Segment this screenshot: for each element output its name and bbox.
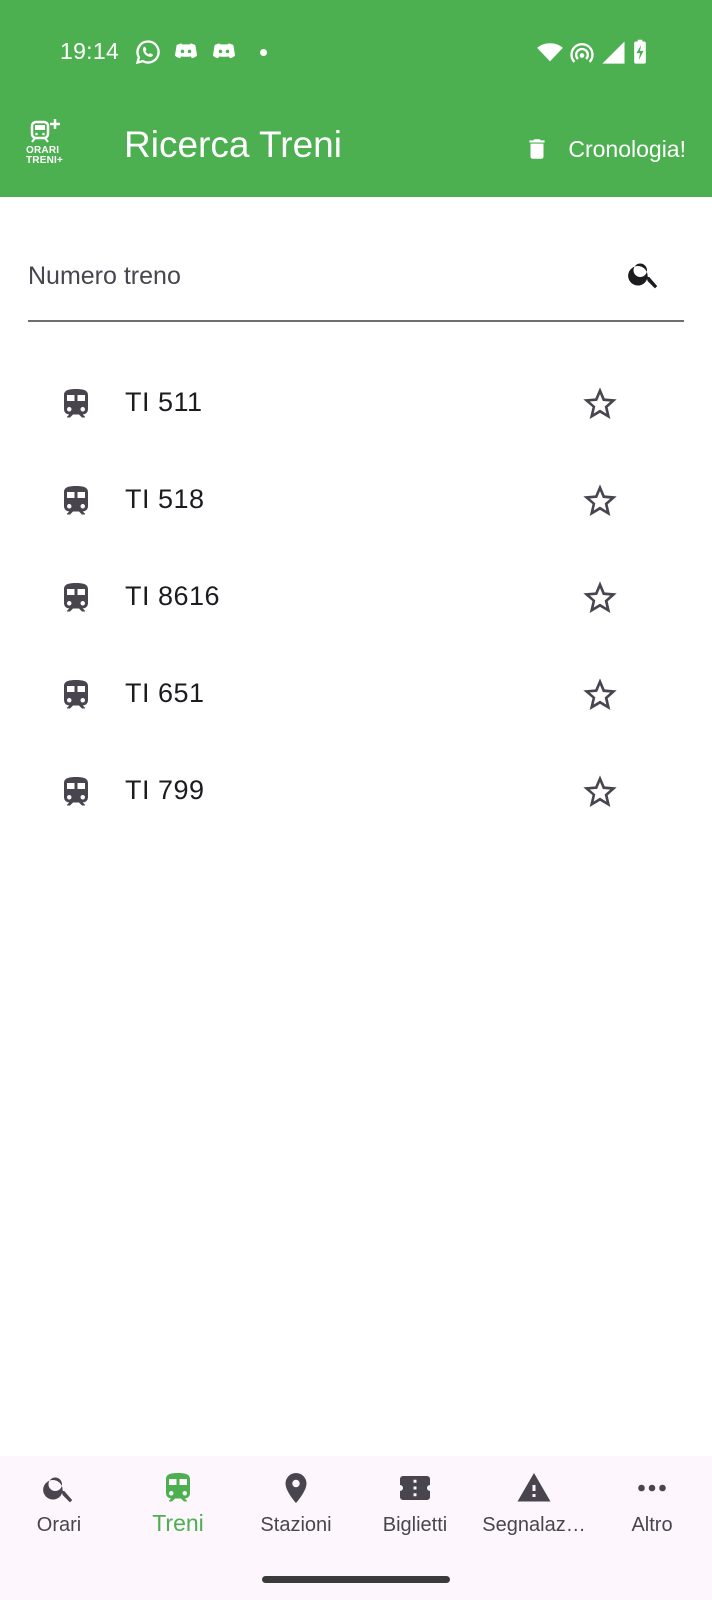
search-icon [43, 1477, 73, 1503]
whatsapp-icon [134, 38, 162, 66]
star-outline-icon[interactable] [580, 481, 620, 521]
train-icon [64, 777, 88, 806]
train-number: TI 8616 [125, 581, 221, 611]
history-button[interactable]: Cronologia! [524, 132, 686, 166]
search-icon[interactable] [626, 256, 662, 292]
star-outline-icon[interactable] [580, 578, 620, 618]
status-time: 19:14 [60, 38, 120, 64]
signal-icon [600, 38, 628, 66]
train-icon [64, 389, 88, 418]
nav-item-segnalazioni[interactable]: Segnalaz… [475, 1470, 593, 1550]
nav-label: Orari [36, 1514, 82, 1536]
more-horizontal-icon [638, 1484, 666, 1492]
nav-item-altro[interactable]: Altro [593, 1470, 711, 1550]
toolbar: ORARI TRENI+ Ricerca Treni Cronologia! [0, 100, 712, 197]
app-logo: ORARI TRENI+ [26, 118, 74, 174]
nav-item-biglietti[interactable]: Biglietti [356, 1470, 474, 1550]
train-icon [64, 486, 88, 515]
list-item[interactable]: TI 651 [0, 647, 712, 744]
nav-label: Stazioni [260, 1514, 332, 1536]
home-indicator[interactable] [262, 1576, 450, 1583]
train-number: TI 651 [125, 678, 205, 708]
star-outline-icon[interactable] [580, 675, 620, 715]
train-icon [166, 1473, 190, 1502]
star-outline-icon[interactable] [580, 772, 620, 812]
discord-icon [172, 38, 200, 66]
logo-text-line2: TRENI+ [26, 155, 64, 166]
nav-label: Treni [152, 1510, 204, 1536]
status-bar: 19:14 [0, 30, 712, 74]
nav-item-stazioni[interactable]: Stazioni [237, 1470, 355, 1550]
trash-icon [529, 139, 545, 159]
page-title: Ricerca Treni [124, 124, 342, 165]
battery-charging-icon [626, 38, 654, 66]
train-icon [64, 680, 88, 709]
train-list: TI 511 TI 518 TI 8616 TI 651 TI 799 [0, 356, 712, 841]
hotspot-icon [568, 38, 596, 66]
nav-label: Biglietti [382, 1514, 448, 1536]
history-button-label: Cronologia! [568, 135, 686, 162]
wifi-icon [536, 38, 564, 66]
train-number: TI 799 [125, 775, 205, 805]
list-item[interactable]: TI 511 [0, 356, 712, 453]
train-plus-icon [30, 119, 60, 143]
list-item[interactable]: TI 799 [0, 744, 712, 841]
ticket-icon [400, 1476, 430, 1500]
warning-icon [517, 1473, 551, 1502]
train-icon [64, 583, 88, 612]
location-pin-icon [285, 1473, 307, 1503]
star-outline-icon[interactable] [580, 384, 620, 424]
train-number: TI 518 [125, 484, 205, 514]
app-bar: 19:14 ORARI TRENI+ Ricerca Treni Cronolo… [0, 0, 712, 197]
nav-label: Segnalaz… [482, 1514, 586, 1536]
train-number: TI 511 [125, 387, 203, 417]
discord-icon [210, 38, 238, 66]
nav-label: Altro [631, 1514, 673, 1536]
list-item[interactable]: TI 8616 [0, 550, 712, 647]
nav-item-treni[interactable]: Treni [119, 1470, 237, 1550]
notification-dot [260, 49, 267, 56]
nav-item-orari[interactable]: Orari [0, 1470, 118, 1550]
train-number-input[interactable] [28, 254, 608, 298]
list-item[interactable]: TI 518 [0, 453, 712, 550]
search-bar [28, 240, 684, 322]
